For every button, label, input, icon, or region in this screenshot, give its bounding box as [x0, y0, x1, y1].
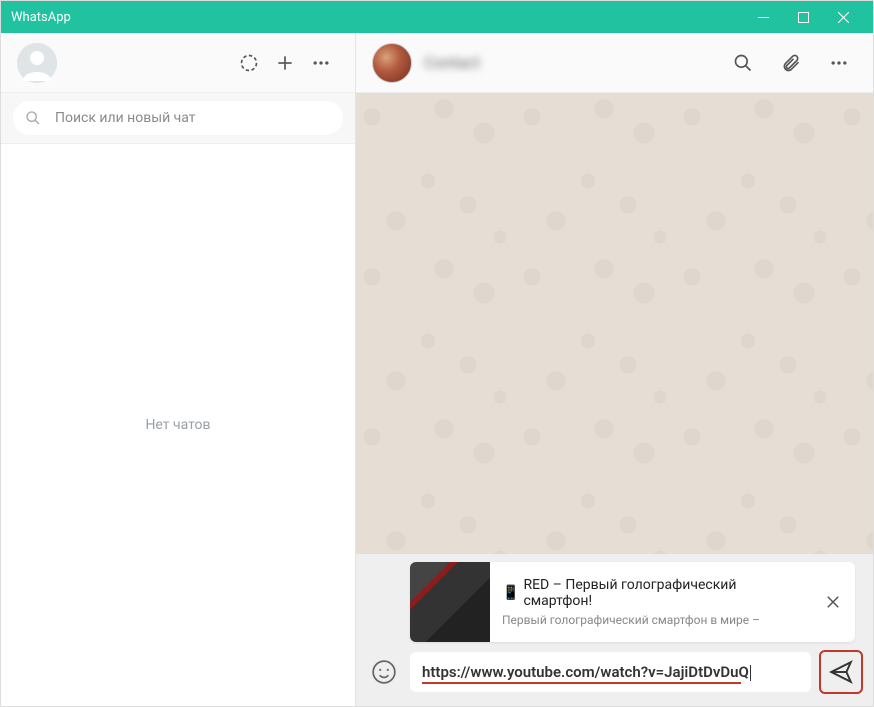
search-input[interactable] — [55, 110, 331, 126]
window-titlebar: WhatsApp — [1, 1, 873, 33]
message-input[interactable]: https://www.youtube.com/watch?v=JajiDtDv… — [410, 652, 811, 692]
menu-icon[interactable] — [303, 45, 339, 81]
link-preview-thumbnail — [410, 562, 490, 642]
composer: 📱 RED – Первый голографический смартфон!… — [356, 554, 873, 706]
chat-list-empty: Нет чатов — [1, 144, 355, 706]
new-chat-icon[interactable] — [267, 45, 303, 81]
contact-name[interactable]: Contact — [424, 53, 713, 72]
text-cursor — [750, 665, 751, 681]
send-button[interactable] — [819, 650, 863, 694]
window-close-button[interactable] — [823, 1, 863, 33]
sidebar: Нет чатов — [1, 33, 356, 706]
emoji-icon[interactable] — [366, 654, 402, 690]
window-title: WhatsApp — [11, 10, 743, 25]
chat-search-icon[interactable] — [725, 45, 761, 81]
status-icon[interactable] — [231, 45, 267, 81]
empty-chats-label: Нет чатов — [145, 417, 210, 433]
link-preview-close-button[interactable] — [811, 593, 855, 611]
sidebar-header — [1, 33, 355, 93]
chat-panel: Contact 📱 RED – П — [356, 33, 873, 706]
link-preview-emoji: 📱 — [502, 585, 519, 601]
window-minimize-button[interactable] — [743, 1, 783, 33]
chat-menu-icon[interactable] — [821, 45, 857, 81]
link-preview-title: RED – Первый голографический смартфон! — [523, 577, 799, 609]
message-input-value: https://www.youtube.com/watch?v=JajiDtDv… — [422, 663, 749, 681]
attach-icon[interactable] — [773, 45, 809, 81]
chat-header: Contact — [356, 33, 873, 93]
chat-messages-area[interactable] — [356, 93, 873, 554]
link-preview: 📱 RED – Первый голографический смартфон!… — [410, 562, 855, 642]
contact-avatar[interactable] — [372, 43, 412, 83]
search-icon — [25, 110, 41, 126]
self-avatar[interactable] — [17, 43, 57, 83]
window-maximize-button[interactable] — [783, 1, 823, 33]
search-bar — [1, 93, 355, 144]
annotation-underline — [422, 682, 741, 684]
link-preview-description: Первый голографический смартфон в мире – — [502, 613, 799, 627]
